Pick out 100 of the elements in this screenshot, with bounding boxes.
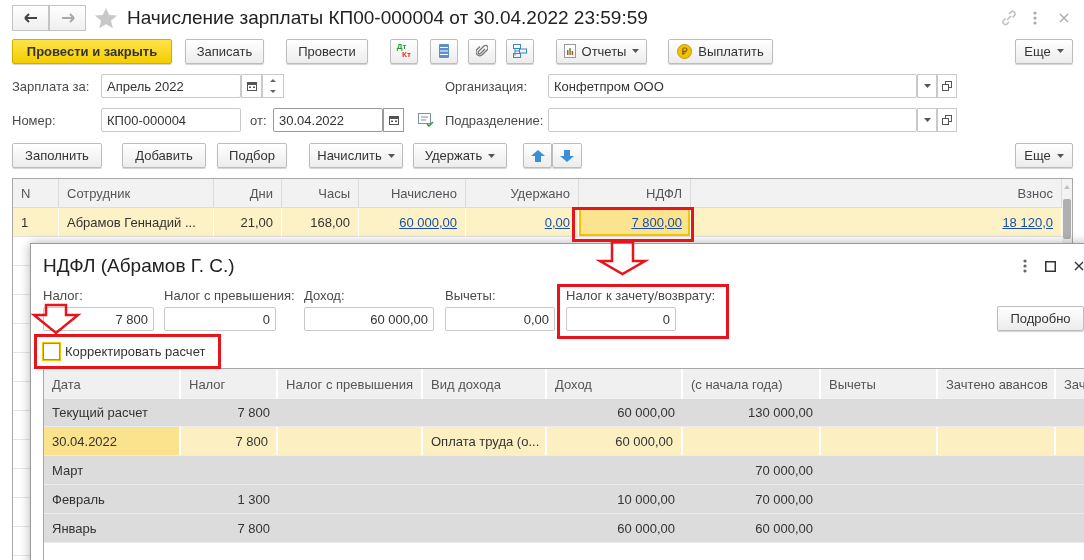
- amount-link[interactable]: 0,00: [544, 214, 570, 230]
- column-header[interactable]: Налог с превышения: [278, 369, 423, 399]
- column-header[interactable]: Зач: [1056, 369, 1084, 399]
- button-label: Удержать: [424, 148, 483, 163]
- post-and-close-button[interactable]: Провести и закрыть: [12, 38, 172, 64]
- button-label: Начислить: [317, 148, 382, 163]
- column-header[interactable]: НДФЛ: [579, 179, 691, 208]
- open-button[interactable]: [937, 108, 957, 132]
- input-field[interactable]: 60 000,00: [304, 307, 434, 331]
- open-button[interactable]: [937, 74, 957, 98]
- button-label: Добавить: [135, 148, 193, 163]
- column-header[interactable]: Вид дохода: [423, 369, 547, 399]
- more-icon[interactable]: [1023, 259, 1027, 273]
- reports-button[interactable]: Отчеты: [556, 38, 647, 64]
- table-toolbar-button[interactable]: Заполнить: [12, 143, 102, 168]
- group-row[interactable]: Текущий расчет 7 800 60 000,00 130 000,00: [44, 398, 1084, 427]
- open-icon: [942, 81, 952, 91]
- calendar-icon: [246, 81, 257, 91]
- list-button[interactable]: [430, 38, 458, 64]
- input-field[interactable]: [548, 108, 917, 132]
- group-row[interactable]: Март 70 000,00: [44, 456, 1084, 485]
- input-field[interactable]: 0: [164, 307, 276, 331]
- structure-icon: [513, 44, 527, 58]
- more-button[interactable]: Еще: [1015, 38, 1073, 64]
- spin-down-icon: [270, 90, 276, 93]
- row-cell[interactable]: 0,00: [466, 208, 579, 237]
- input-field[interactable]: Апрель 2022: [101, 74, 241, 98]
- caret-icon: [387, 153, 395, 158]
- toolbar-button[interactable]: Провести: [286, 38, 368, 64]
- scroll-thumb[interactable]: [1063, 199, 1071, 239]
- more-button[interactable]: Еще: [1015, 143, 1073, 168]
- column-header[interactable]: Начислено: [359, 179, 466, 208]
- selected-cell[interactable]: 7 800,00: [579, 208, 691, 237]
- column-header[interactable]: (с начала года): [683, 369, 821, 399]
- attach-button[interactable]: [468, 38, 496, 64]
- calendar-button[interactable]: [383, 108, 404, 132]
- input-field[interactable]: 7 800: [43, 307, 154, 331]
- toolbar-button[interactable]: Записать: [185, 38, 264, 64]
- arrow: [30, 303, 82, 335]
- arrow: [595, 240, 650, 276]
- table-cell-text: 70 000,00: [754, 461, 814, 480]
- table-toolbar-button[interactable]: Подбор: [217, 143, 287, 168]
- table-toolbar-button[interactable]: Удержать: [413, 143, 507, 168]
- input-field[interactable]: КП00-000004: [101, 108, 241, 132]
- column-header[interactable]: Доход: [547, 369, 683, 399]
- column-header[interactable]: Часы: [282, 179, 359, 208]
- input-field[interactable]: 0,00: [445, 307, 555, 331]
- column-header[interactable]: Взнос: [691, 179, 1062, 208]
- up-arrow-icon: [530, 149, 545, 162]
- checkbox-label[interactable]: Корректировать расчет: [65, 343, 206, 359]
- table-row[interactable]: 30.04.2022 7 800 Оплата труда (о... 60 000,00: [44, 427, 1084, 456]
- table-toolbar-button[interactable]: Начислить: [309, 143, 403, 168]
- column-header[interactable]: N: [13, 179, 59, 208]
- star-icon[interactable]: [95, 7, 117, 29]
- field-label: Организация:: [445, 78, 529, 94]
- column-header[interactable]: Налог: [181, 369, 278, 399]
- pay-button[interactable]: Выплатить: [668, 38, 773, 64]
- column-header[interactable]: Дни: [214, 179, 282, 208]
- close-icon[interactable]: [1074, 261, 1084, 271]
- group-row[interactable]: Февраль 1 300 10 000,00 70 000,00: [44, 485, 1084, 514]
- amount-link[interactable]: 7 800,00: [631, 214, 682, 230]
- maximize-icon[interactable]: [1045, 260, 1056, 272]
- right-arrow-icon: [60, 13, 75, 23]
- table-cell-text: Текущий расчет: [51, 403, 149, 422]
- column-header[interactable]: Вычеты: [821, 369, 938, 399]
- window-title: Начисление зарплаты КП00-000004 от 30.04.2022 23:59:59: [127, 7, 648, 29]
- input-field[interactable]: Конфетпром ООО: [548, 74, 917, 98]
- table-toolbar-button[interactable]: Добавить: [122, 143, 206, 168]
- dropdown-button[interactable]: [917, 74, 937, 98]
- field-label: Зарплата за:: [12, 78, 91, 94]
- move-down-button[interactable]: [552, 143, 582, 168]
- details-button[interactable]: Подробно: [997, 306, 1084, 331]
- row-cell[interactable]: 60 000,00: [359, 208, 466, 237]
- row-cell[interactable]: 18 120,0: [691, 208, 1062, 237]
- field-label: Доход:: [304, 288, 345, 304]
- checkbox[interactable]: [43, 342, 60, 360]
- group-row[interactable]: Январь 7 800 60 000,00 60 000,00: [44, 514, 1084, 543]
- caret-icon: [1056, 153, 1064, 158]
- column-header[interactable]: Удержано: [466, 179, 579, 208]
- coin-icon: [677, 43, 693, 59]
- column-header[interactable]: Сотрудник: [59, 179, 214, 208]
- dt-kt-button[interactable]: Дт Кт: [390, 38, 418, 64]
- column-header[interactable]: Зачтено авансов: [938, 369, 1056, 399]
- input-field[interactable]: 0: [566, 307, 676, 331]
- field-label: Номер:: [12, 112, 57, 128]
- amount-link[interactable]: 60 000,00: [399, 214, 457, 230]
- back-button[interactable]: [12, 5, 49, 31]
- credit-label: Кт: [402, 51, 411, 59]
- amount-link[interactable]: 18 120,0: [1002, 214, 1053, 230]
- calendar-button[interactable]: [241, 74, 262, 98]
- move-up-button[interactable]: [523, 143, 552, 168]
- date-field[interactable]: 30.04.2022: [273, 108, 383, 132]
- spin-button[interactable]: [262, 74, 284, 98]
- column-header[interactable]: Дата: [44, 369, 181, 399]
- structure-button[interactable]: [506, 38, 534, 64]
- table-cell-text: Февраль: [51, 490, 106, 509]
- comment-icon[interactable]: [418, 113, 434, 127]
- table-cell-text: 60 000,00: [616, 519, 676, 538]
- table-cell-text: 70 000,00: [754, 490, 814, 509]
- dropdown-button[interactable]: [917, 108, 937, 132]
